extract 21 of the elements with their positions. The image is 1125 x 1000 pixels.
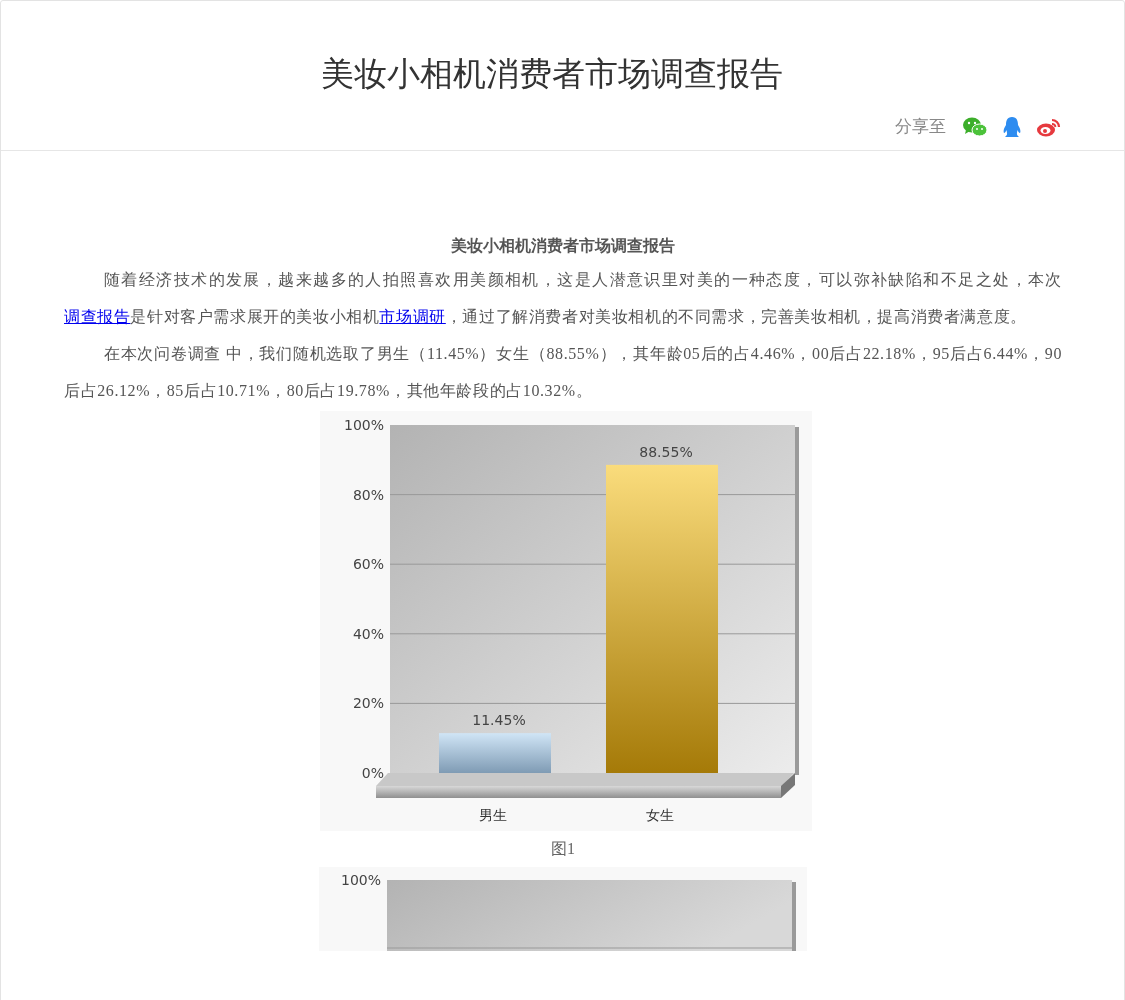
penguin-icon[interactable] — [1002, 115, 1022, 138]
axis-tick-label: 60% — [352, 556, 384, 573]
axis-tick-label: 20% — [352, 695, 384, 712]
text-link[interactable]: 调查报告 — [64, 308, 131, 325]
axis-tick-label: 100% — [343, 417, 384, 433]
category-label: 男生 — [479, 807, 507, 823]
article-title: 美妆小相机消费者市场调查报告 — [450, 236, 676, 256]
axis-tick-label: 0% — [361, 765, 384, 781]
paragraph: 随着经济技术的发展，越来越多的人拍照喜欢用美颜相机，这是人潜意识里对美的一种态度，可以弥补缺陷和不足之处，本次 调查报告是针对客户需求展开的美妆小相机市场调研，通过了解消费者对美妆相机的不同需求，完善美妆相机，提高消费者满意度。 — [64, 270, 1062, 327]
axis-tick-label: 80% — [352, 486, 384, 503]
data-label: 88.55% — [639, 443, 693, 460]
paragraph: 在本次问卷调查 中，我们随机选取了男生（11.45%）女生（88.55%），其年龄05后的占4.46%，00后占22.18%，95后占6.44%，90后占26.12%，85后占10.71%，80后占19.78%，其他年龄段的占10.32%。 — [64, 344, 1062, 401]
category-label: 女生 — [646, 807, 674, 823]
axis-tick-label: 100% — [340, 872, 381, 888]
page-title: 美妆小相机消费者市场调查报告 — [319, 54, 784, 94]
axis-tick-label: 40% — [352, 625, 384, 642]
chat-bubbles-icon[interactable] — [962, 115, 988, 138]
text-link[interactable]: 市场调研 — [379, 308, 446, 325]
figure-caption: 图1 — [551, 839, 575, 859]
share-label: 分享至 — [895, 116, 946, 138]
data-label: 11.45% — [472, 712, 526, 729]
